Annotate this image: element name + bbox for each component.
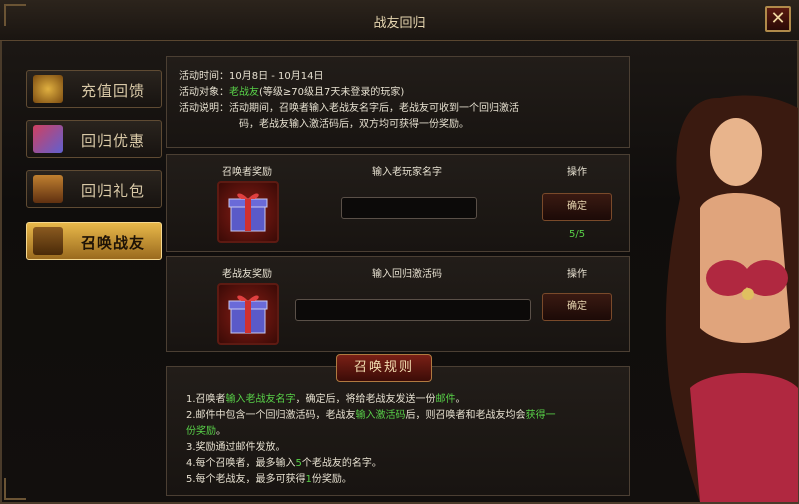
scroll-icon	[33, 227, 63, 255]
title-bar: 战友回归 ✕	[0, 0, 799, 41]
target-label: 活动对象：	[179, 87, 229, 98]
time-label: 活动时间：	[179, 71, 229, 82]
veteran-confirm-button[interactable]: 确定	[542, 293, 612, 321]
summoner-confirm-button[interactable]: 确定	[542, 193, 612, 221]
rule-line-2: 2.邮件中包含一个回归激活码，老战友输入激活码后，则召唤者和老战友均会获得一	[186, 406, 556, 421]
sidebar-item-label: 充值回馈	[81, 82, 146, 100]
veteran-panel: 老战友奖励 输入回归激活码 操作 确定	[166, 256, 630, 352]
rule-highlight: 份奖励	[186, 426, 216, 437]
rule-line-2-cont: 份奖励。	[186, 422, 226, 437]
activity-time: 活动时间：10月8日 - 10月14日	[179, 67, 324, 82]
rule-highlight: 获得一	[525, 410, 556, 421]
summoner-reward-header: 召唤者奖励	[222, 167, 272, 178]
activity-target: 活动对象：老战友(等级≥70级且7天未登录的玩家)	[179, 83, 404, 98]
rule-line-4: 4.每个召唤者，最多输入5个老战友的名字。	[186, 454, 382, 469]
summoner-reward-gift-icon[interactable]	[217, 181, 279, 243]
veteran-input-header: 输入回归激活码	[372, 269, 442, 280]
sidebar-item-label: 回归礼包	[81, 182, 146, 200]
rule-highlight: 输入老战友名字	[225, 394, 296, 405]
rule-text: 后，则召唤者和老战友均会	[405, 410, 526, 421]
close-button[interactable]: ✕	[765, 6, 791, 32]
rule-text: 2.邮件中包含一个回归激活码，老战友	[186, 410, 356, 421]
rule-text: 3.奖励通过邮件发放。	[186, 442, 286, 453]
rule-text: 。	[455, 394, 466, 405]
rules-title: 召唤规则	[336, 354, 432, 382]
window-title: 战友回归	[373, 16, 426, 31]
desc-line-1: 活动期间，召唤者输入老战友名字后，老战友可收到一个回归激活	[229, 103, 519, 114]
time-value: 10月8日 - 10月14日	[229, 71, 324, 82]
sidebar-item-return-discount[interactable]: 回归优惠	[26, 120, 162, 158]
gift-box-icon	[33, 125, 63, 153]
rule-text: 。	[216, 426, 226, 437]
money-bag-icon	[33, 75, 63, 103]
activation-code-input[interactable]	[295, 299, 531, 321]
rule-line-1: 1.召唤者输入老战友名字，确定后，将给老战友发送一份邮件。	[186, 390, 466, 405]
veteran-reward-gift-icon[interactable]	[217, 283, 279, 345]
activity-info-panel: 活动时间：10月8日 - 10月14日 活动对象：老战友(等级≥70级且7天未登…	[166, 56, 630, 148]
sidebar-item-recharge-reward[interactable]: 充值回馈	[26, 70, 162, 108]
desc-line-2: 码，老战友输入激活码后，双方均可获得一份奖励。	[239, 119, 469, 130]
summoner-action-header: 操作	[567, 167, 587, 178]
rule-text: 5.每个老战友，最多可获得	[186, 474, 306, 485]
veteran-reward-header: 老战友奖励	[222, 269, 272, 280]
old-player-name-input[interactable]	[341, 197, 477, 219]
summoner-panel: 召唤者奖励 输入老玩家名字 操作 确定 5/5	[166, 154, 630, 252]
rule-text: 个老战友的名字。	[301, 458, 382, 469]
character-portrait	[640, 88, 798, 502]
summon-count: 5/5	[569, 229, 586, 240]
veteran-action-header: 操作	[567, 269, 587, 280]
desc-label: 活动说明：	[179, 103, 229, 114]
corner-ornament-bottom-left	[4, 478, 26, 500]
rule-text: 1.召唤者	[186, 394, 226, 405]
sidebar-item-return-pack[interactable]: 回归礼包	[26, 170, 162, 208]
treasure-chest-icon	[33, 175, 63, 203]
target-rest: (等级≥70级且7天未登录的玩家)	[259, 87, 405, 98]
rule-highlight: 邮件	[435, 394, 456, 405]
rule-text: ，确定后，将给老战友发送一份	[295, 394, 436, 405]
corner-ornament-top-left	[4, 4, 26, 26]
activity-description: 活动说明：活动期间，召唤者输入老战友名字后，老战友可收到一个回归激活	[179, 99, 519, 114]
rule-text: 4.每个召唤者，最多输入	[186, 458, 296, 469]
rule-highlight: 输入激活码	[355, 410, 406, 421]
sidebar-item-label: 召唤战友	[81, 234, 146, 252]
rule-line-3: 3.奖励通过邮件发放。	[186, 438, 286, 453]
rule-text: 份奖励。	[311, 474, 352, 485]
sidebar-item-summon-ally[interactable]: 召唤战友	[26, 222, 162, 260]
target-highlight: 老战友	[229, 87, 259, 98]
summoner-input-header: 输入老玩家名字	[372, 167, 442, 178]
sidebar-item-label: 回归优惠	[81, 132, 146, 150]
rule-line-5: 5.每个老战友，最多可获得1份奖励。	[186, 470, 352, 485]
